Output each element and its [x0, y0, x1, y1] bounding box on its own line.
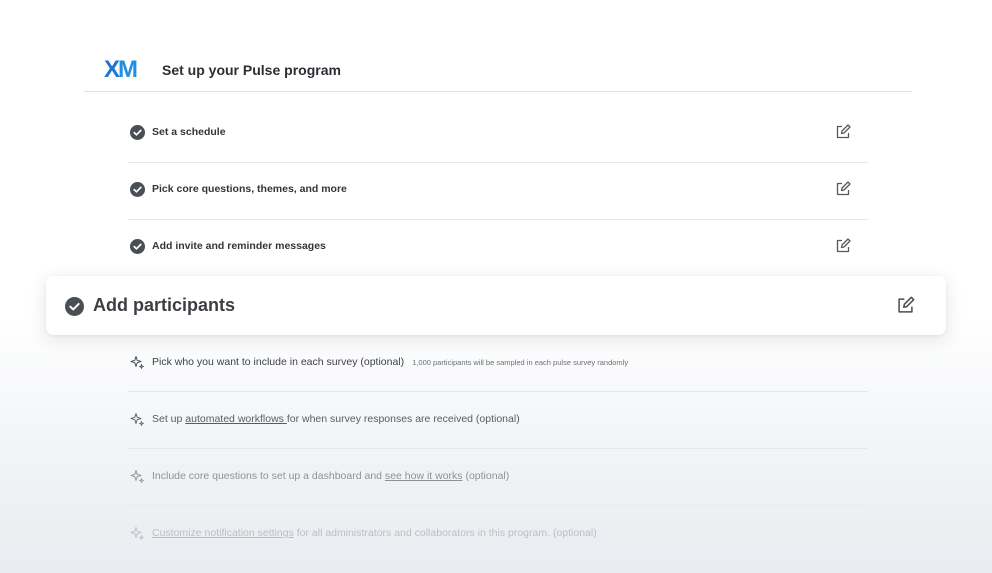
- step-row-core-questions: Pick core questions, themes, and more: [128, 163, 868, 220]
- sparkle-icon: [130, 355, 145, 370]
- check-circle-icon: [65, 297, 84, 316]
- optional-step-text: Pick who you want to include in each sur…: [152, 356, 629, 368]
- step-label: Add invite and reminder messages: [152, 240, 326, 252]
- check-circle-icon: [130, 239, 145, 254]
- edit-icon[interactable]: [895, 295, 916, 316]
- step-label: Pick core questions, themes, and more: [152, 183, 347, 195]
- optional-row-notifications: Customize notification settings for all …: [128, 506, 868, 562]
- customize-notification-settings-link[interactable]: Customize notification settings: [152, 527, 294, 539]
- check-circle-icon: [130, 182, 145, 197]
- optional-row-dashboard: Include core questions to set up a dashb…: [128, 449, 868, 506]
- sparkle-icon: [130, 412, 145, 427]
- step-label: Set a schedule: [152, 126, 226, 138]
- step-row-schedule: Set a schedule: [128, 106, 868, 163]
- xm-logo: XM: [104, 56, 138, 83]
- optional-step-text: Include core questions to set up a dashb…: [152, 470, 510, 482]
- page-header: XM Set up your Pulse program: [84, 50, 912, 92]
- optional-row-workflows: Set up automated workflows for when surv…: [128, 392, 868, 449]
- edit-icon[interactable]: [834, 237, 852, 255]
- optional-row-participants: Pick who you want to include in each sur…: [128, 335, 868, 392]
- sparkle-icon: [130, 469, 145, 484]
- sparkle-icon: [130, 526, 145, 541]
- optional-step-text: Set up automated workflows for when surv…: [152, 413, 520, 425]
- check-circle-icon: [130, 125, 145, 140]
- optional-step-text: Customize notification settings for all …: [152, 527, 597, 539]
- edit-icon[interactable]: [834, 180, 852, 198]
- edit-icon[interactable]: [834, 123, 852, 141]
- step-row-messages: Add invite and reminder messages: [128, 220, 868, 276]
- page-title: Set up your Pulse program: [162, 62, 341, 78]
- step-label: Add participants: [93, 295, 236, 315]
- add-participants-card[interactable]: Add participants: [46, 276, 946, 335]
- see-how-it-works-link[interactable]: see how it works: [385, 470, 463, 482]
- automated-workflows-link[interactable]: automated workflows: [185, 413, 287, 425]
- sampling-note: 1,000 participants will be sampled in ea…: [412, 358, 629, 367]
